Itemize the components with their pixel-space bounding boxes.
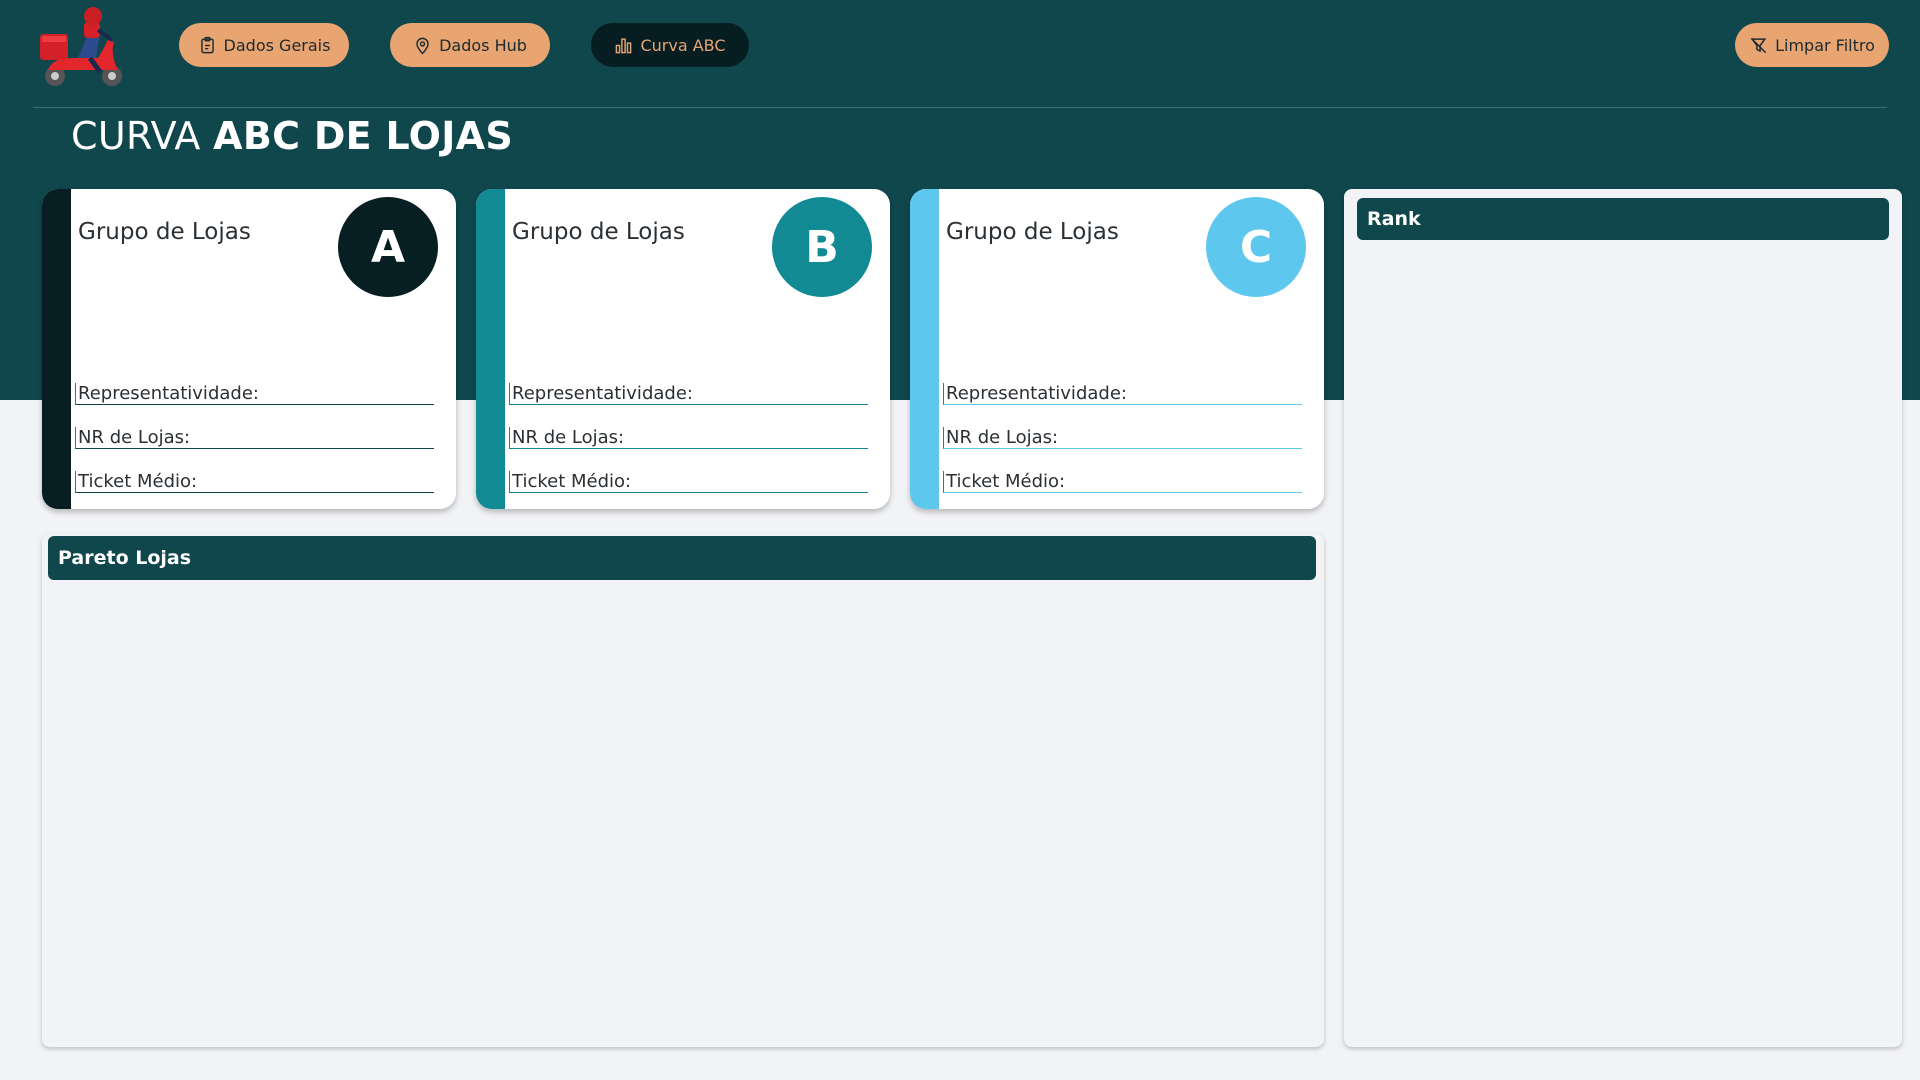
delivery-scooter-logo — [40, 7, 122, 86]
group-card-a: Grupo de Lojas A Representatividade: NR … — [42, 189, 456, 509]
group-card-title: Grupo de Lojas — [512, 219, 685, 245]
filter-off-icon — [1750, 37, 1767, 53]
group-stripe-c — [910, 189, 939, 509]
group-badge-a: A — [338, 197, 438, 297]
field-nr-lojas: NR de Lojas: — [75, 427, 434, 449]
group-card-title: Grupo de Lojas — [78, 219, 251, 245]
field-ticket-medio: Ticket Médio: — [943, 471, 1302, 493]
clear-filter-button[interactable]: Limpar Filtro — [1735, 23, 1889, 67]
field-nr-lojas: NR de Lojas: — [943, 427, 1302, 449]
nav-dados-gerais-label: Dados Gerais — [223, 35, 331, 55]
field-representatividade: Representatividade: — [943, 383, 1302, 405]
group-card-c: Grupo de Lojas C Representatividade: NR … — [910, 189, 1324, 509]
header-divider — [33, 107, 1887, 108]
rank-panel: Rank — [1344, 189, 1902, 1047]
rank-panel-header: Rank — [1357, 198, 1889, 240]
field-representatividade: Representatividade: — [75, 383, 434, 405]
group-card-b: Grupo de Lojas B Representatividade: NR … — [476, 189, 890, 509]
group-stripe-b — [476, 189, 505, 509]
nav-dados-gerais-button[interactable]: Dados Gerais — [179, 23, 349, 67]
group-card-title: Grupo de Lojas — [946, 219, 1119, 245]
group-stripe-a — [42, 189, 71, 509]
page-title-light: CURVA — [71, 114, 214, 158]
pareto-panel-header: Pareto Lojas — [48, 536, 1316, 580]
field-nr-lojas: NR de Lojas: — [509, 427, 868, 449]
nav-dados-hub-button[interactable]: Dados Hub — [390, 23, 550, 67]
field-ticket-medio: Ticket Médio: — [75, 471, 434, 493]
nav-curva-abc-button[interactable]: Curva ABC — [591, 23, 749, 67]
nav-dados-hub-label: Dados Hub — [439, 35, 527, 55]
nav-curva-abc-label: Curva ABC — [640, 35, 726, 55]
clear-filter-label: Limpar Filtro — [1775, 35, 1875, 55]
field-ticket-medio: Ticket Médio: — [509, 471, 868, 493]
page-title: CURVA ABC DE LOJAS — [71, 114, 513, 158]
field-representatividade: Representatividade: — [509, 383, 868, 405]
group-badge-b: B — [772, 197, 872, 297]
page-title-bold: ABC DE LOJAS — [213, 114, 514, 158]
pareto-panel: Pareto Lojas — [42, 534, 1324, 1047]
map-pin-icon — [416, 37, 429, 54]
clipboard-icon — [200, 36, 214, 53]
bar-chart-icon — [616, 37, 632, 53]
group-badge-c: C — [1206, 197, 1306, 297]
